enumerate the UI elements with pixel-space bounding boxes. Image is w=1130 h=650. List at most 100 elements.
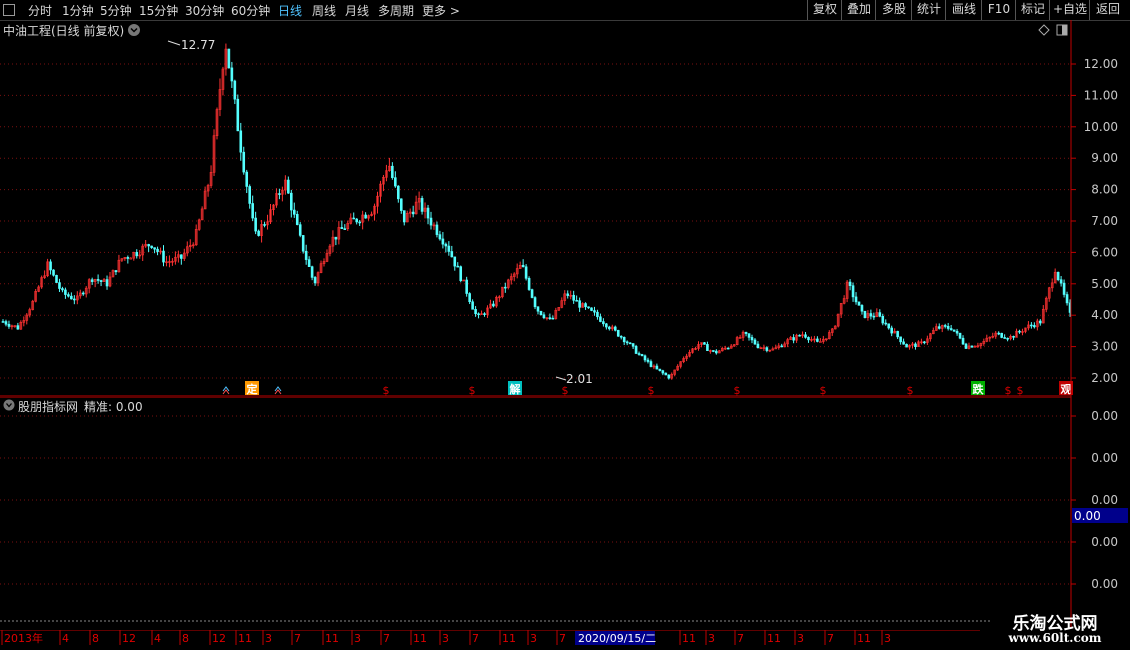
date-tick-label: 3 [265,632,272,645]
candle [807,336,810,343]
candle [367,214,370,221]
period-tab-30min[interactable]: 30分钟 [185,2,224,19]
fuquan-button[interactable]: 复权 [807,0,842,20]
candle [212,129,216,177]
date-tick-label: 3 [884,632,891,645]
dollar-icon[interactable]: $ [1017,384,1024,397]
candle [926,335,929,345]
event-marker-ding[interactable]: 定 [245,381,259,396]
dollar-icon[interactable]: $ [820,384,827,397]
candle [985,334,989,343]
event-marker-die[interactable]: 跌 [971,381,985,396]
period-tab-multi[interactable]: 多周期 [378,2,414,19]
candle [215,107,219,140]
candle [551,315,555,320]
candle [783,341,786,348]
candle [608,325,611,331]
menu-icon[interactable] [3,4,15,16]
f10-button[interactable]: F10 [981,0,1016,20]
date-tick-label: 7 [383,632,390,645]
date-tick-label: 7 [559,632,566,645]
candle [825,338,828,342]
candle [120,258,124,262]
dollar-icon[interactable]: $ [734,384,741,397]
candle [373,203,376,221]
candle [619,335,623,340]
candle [492,300,495,308]
candle [313,276,317,286]
candle [501,286,504,299]
candle [480,310,483,315]
up-arrow-icon[interactable] [222,386,230,395]
back-button[interactable]: 返回 [1089,0,1126,20]
period-tab-weekly[interactable]: 周线 [312,2,336,19]
date-tick-label: 8 [182,632,189,645]
candle [554,307,558,320]
candle [896,330,899,340]
candle [622,336,626,346]
candle [346,220,350,231]
candle [435,221,439,238]
candle [64,287,67,299]
period-tab-1min[interactable]: 1分钟 [62,2,94,19]
candle [521,259,525,268]
multi-stock-button[interactable]: 多股 [875,0,912,20]
candle [1056,271,1060,282]
candle [643,354,647,363]
statistics-button[interactable]: 统计 [911,0,946,20]
candle [55,274,58,283]
indicator-y-tick: 0.00 [1091,451,1118,465]
draw-line-button[interactable]: 画线 [945,0,982,20]
candle [322,258,326,267]
candle [545,317,549,321]
svg-text:解: 解 [510,382,521,396]
candle [325,249,329,263]
period-tab-fenshi[interactable]: 分时 [28,2,52,19]
up-arrow-icon[interactable] [274,386,282,395]
dollar-icon[interactable]: $ [383,384,390,397]
candle [150,245,153,249]
candle [22,316,26,327]
overlay-button[interactable]: 叠加 [841,0,876,20]
candle [287,176,290,194]
period-tab-more[interactable]: 更多 > [422,2,460,19]
period-tab-15min[interactable]: 15分钟 [139,2,178,19]
candle [7,320,11,329]
candle [934,323,938,331]
dollar-icon[interactable]: $ [469,384,476,397]
event-marker-jie[interactable]: 解 [508,381,522,396]
candle [185,241,189,257]
period-tab-60min[interactable]: 60分钟 [231,2,270,19]
period-tab-5min[interactable]: 5分钟 [100,2,132,19]
candle [575,295,578,302]
candle [447,241,451,256]
dollar-icon[interactable]: $ [648,384,655,397]
candle [200,206,204,221]
candle [245,169,249,193]
candle [227,48,231,69]
period-tab-daily[interactable]: 日线 [278,2,302,19]
candlestick-chart[interactable]: 12.00 11.00 10.00 9.00 8.00 7.00 6.00 5.00 4.00 3… [0,20,1130,397]
mark-button[interactable]: 标记 [1015,0,1050,20]
candle [108,271,112,288]
candle [845,280,849,303]
period-tab-monthly[interactable]: 月线 [345,2,369,19]
date-tick-label: 3 [354,632,361,645]
add-watchlist-button[interactable]: +自选 [1049,0,1090,20]
candle [52,269,55,277]
candle [548,313,552,320]
candle [16,322,20,330]
date-tick-label: 11 [238,632,252,645]
dollar-icon[interactable]: $ [1005,384,1012,397]
candle [539,310,543,316]
candle [732,343,736,347]
dollar-icon[interactable]: $ [907,384,914,397]
candle [682,356,685,364]
indicator-chart[interactable]: 0.00 0.00 0.00 0.00 0.00 0.00 [0,397,1130,629]
candle [218,78,222,117]
candle [836,313,840,328]
candle [453,256,457,271]
y-tick-label: 2.00 [1091,371,1118,385]
candle [147,243,150,252]
candle [649,359,653,368]
